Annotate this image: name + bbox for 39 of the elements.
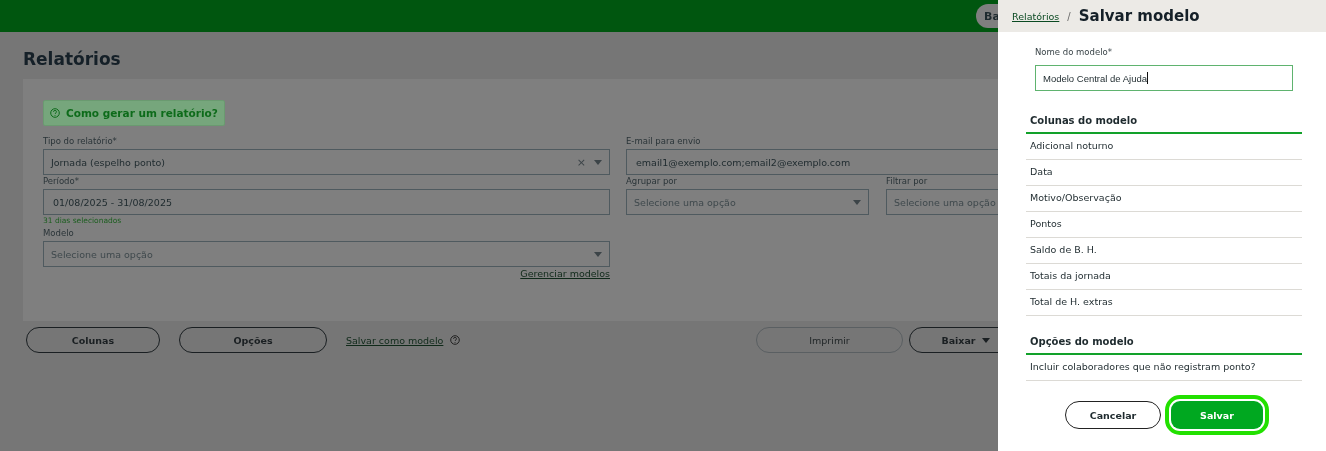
select-field[interactable]: Jornada (espelho ponto) ×: [43, 149, 610, 175]
caret-icon: [594, 251, 602, 257]
field-label: Modelo: [43, 227, 75, 240]
column-item: Pontos: [1026, 212, 1302, 238]
manage-link[interactable]: Gerenciar modelos: [520, 268, 610, 279]
column-item: Adicional noturno: [1026, 134, 1302, 160]
section-heading: Opções do modelo: [1026, 336, 1302, 355]
help-icon: [50, 108, 60, 118]
field-label: Filtrar por: [886, 175, 929, 188]
select-field[interactable]: Selecione uma opção: [626, 189, 869, 215]
column-item: Total de H. extras: [1026, 290, 1302, 316]
field-label: Período*: [43, 175, 80, 188]
save-as-template-link[interactable]: Salvar como modelo: [346, 334, 444, 346]
column-item: Totais da jornada: [1026, 264, 1302, 290]
column-item: Saldo de B. H.: [1026, 238, 1302, 264]
field-label: E-mail para envio: [626, 135, 702, 148]
column-item: Motivo/Observação: [1026, 186, 1302, 212]
field-label: Tipo do relatório*: [43, 135, 118, 148]
input-field[interactable]: email1@exemplo.com;email2@exemplo.com: [626, 149, 998, 175]
field-label: Agrupar por: [626, 175, 678, 188]
help-button[interactable]: Como gerar um relatório?: [43, 100, 225, 126]
select-field[interactable]: Selecione uma opção: [886, 189, 998, 215]
caret-icon: [853, 199, 861, 205]
input-field[interactable]: Modelo Central de Ajuda: [1035, 65, 1293, 91]
help-icon: [450, 335, 461, 345]
clear-icon[interactable]: ×: [576, 155, 586, 169]
field-label: Nome do modelo*: [1035, 47, 1113, 59]
column-item: Data: [1026, 160, 1302, 186]
caret-icon: [594, 159, 602, 165]
input-field[interactable]: 01/08/2025 - 31/08/2025: [43, 189, 610, 215]
section-heading: Colunas do modelo: [1026, 115, 1302, 134]
select-field[interactable]: Selecione uma opção: [43, 241, 610, 267]
option-item: Incluir colaboradores que não registram ponto?: [1026, 355, 1302, 381]
caret-icon: [981, 337, 990, 343]
breadcrumb-link[interactable]: Relatórios: [1012, 10, 1060, 22]
page-title: Relatórios: [23, 48, 122, 71]
cancel-button[interactable]: Cancelar: [1065, 401, 1161, 429]
drawer-title: Salvar modelo: [1078, 7, 1200, 25]
breadcrumb-separator: /: [1067, 10, 1071, 22]
